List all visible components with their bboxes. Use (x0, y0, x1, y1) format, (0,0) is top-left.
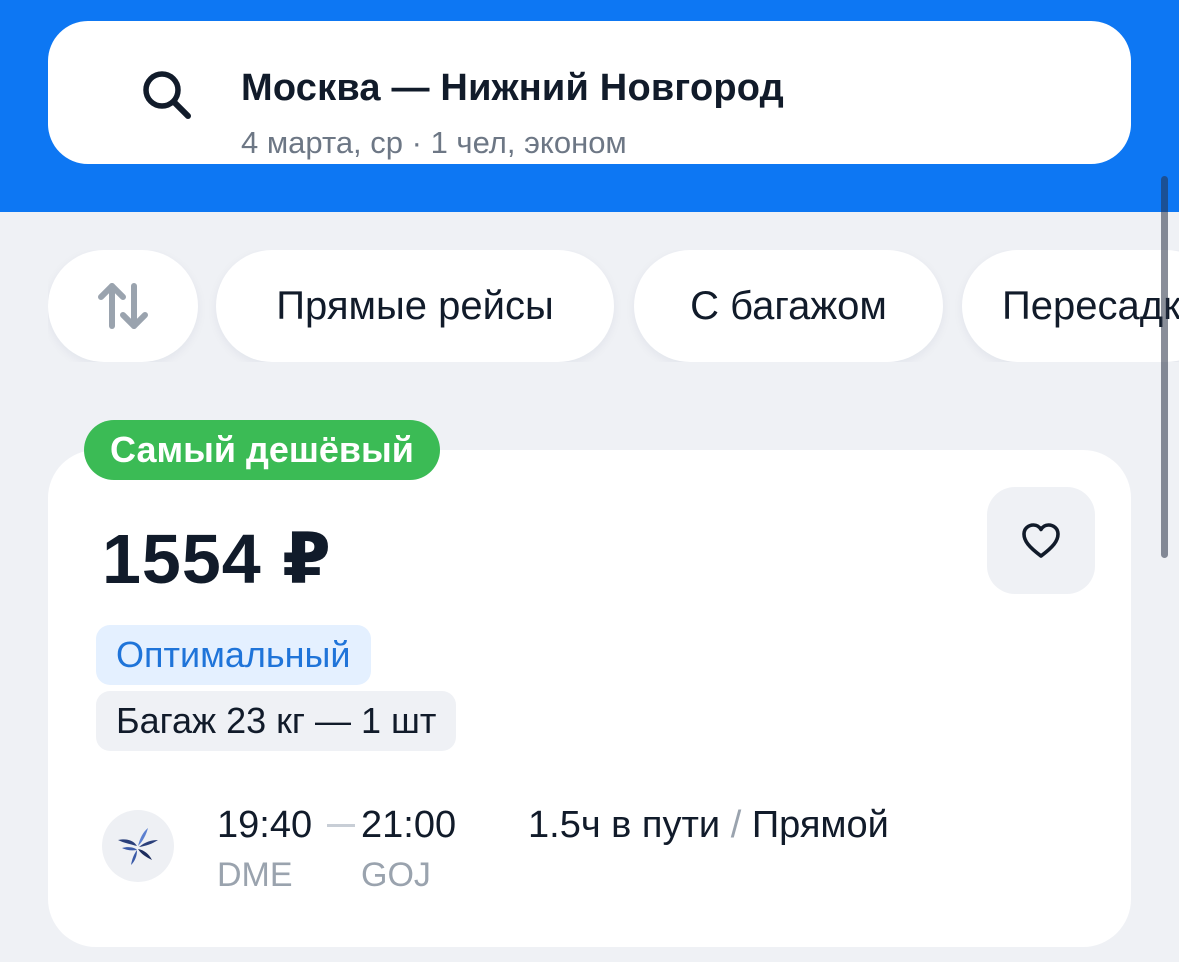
airline-bird-icon (118, 828, 158, 865)
airline-logo (102, 810, 174, 882)
cheapest-badge: Самый дешёвый (84, 420, 440, 480)
summary-separator: / (730, 804, 742, 846)
arrival-time: 21:00 (361, 804, 457, 846)
search-icon (143, 71, 191, 119)
baggage-tag: Багаж 23 кг — 1 шт (96, 691, 457, 751)
filter-with-baggage[interactable]: С багажом (634, 250, 943, 362)
flight-type: Прямой (751, 804, 889, 846)
favorite-button[interactable] (987, 487, 1095, 594)
filter-direct-flights[interactable]: Прямые рейсы (216, 250, 614, 362)
offer-price: 1554 ₽ (102, 520, 332, 598)
tariff-tag: Оптимальный (96, 625, 371, 685)
sort-arrows-icon (98, 283, 148, 329)
heart-icon (1022, 522, 1060, 558)
route-title: Москва — Нижний Новгород (241, 67, 784, 109)
search-bar[interactable]: Москва — Нижний Новгород 4 марта, ср · 1… (48, 21, 1131, 164)
arrival-airport: GOJ (361, 856, 431, 894)
flight-summary: 1.5ч в пути / Прямой (528, 804, 889, 847)
scrollbar[interactable] (1161, 176, 1168, 558)
departure-airport: DME (217, 856, 293, 894)
search-details: 4 марта, ср · 1 чел, эконом (241, 125, 627, 160)
time-separator (327, 824, 355, 827)
filter-chips: Прямые рейсы С багажом Пересадки (48, 250, 1179, 362)
filter-transfers[interactable]: Пересадки (962, 250, 1179, 362)
screen: Москва — Нижний Новгород 4 марта, ср · 1… (0, 0, 1179, 962)
flight-duration: 1.5ч в пути (528, 804, 721, 846)
sort-button[interactable] (48, 250, 198, 362)
departure-time: 19:40 (217, 804, 313, 846)
